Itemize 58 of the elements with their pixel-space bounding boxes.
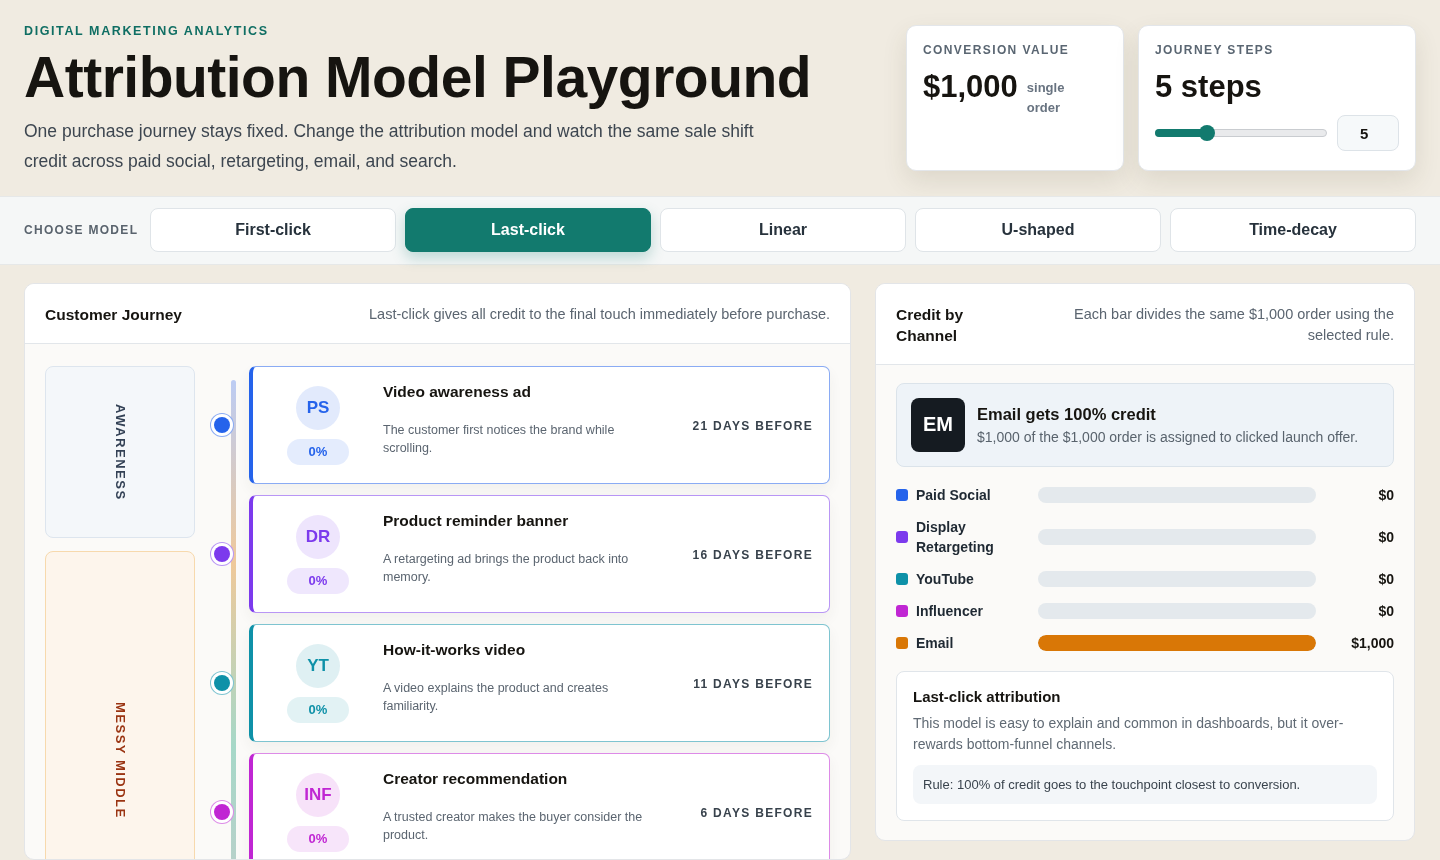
model-label: CHOOSE MODEL (24, 222, 140, 237)
model-tab[interactable]: Last-click (405, 207, 651, 252)
page-title: Attribution Model Playground (24, 48, 812, 108)
channel-initials: PS (296, 385, 340, 430)
credit-amount: $0 (1377, 528, 1394, 545)
panel-description: Last-click gives all credit to the final touch immediately before purchase. (369, 304, 830, 324)
model-tab[interactable]: First-click (150, 207, 396, 252)
stat-label: CONVERSION VALUE (923, 43, 1071, 57)
credit-amount: $0 (1377, 486, 1394, 503)
channel-name: Paid Social (916, 485, 992, 505)
credit-amount: $1,000 (1350, 634, 1394, 651)
stat-note: single order (1026, 79, 1066, 117)
channel-name: YouTube (916, 569, 975, 589)
touchpoint-title: How-it-works video (383, 640, 527, 659)
touchpoint-description: A video explains the product and creates familiarity. (383, 679, 610, 715)
credit-share: 0% (287, 567, 349, 594)
stat-value: 5 steps (1155, 69, 1263, 105)
model-tab[interactable]: U-shaped (915, 207, 1161, 252)
credit-share: 0% (287, 825, 349, 852)
channel-name: Email (916, 633, 955, 653)
panel-title: Credit by Channel (896, 304, 965, 346)
explanation-title: Last-click attribution (913, 687, 1062, 705)
channel-initials: EM (911, 397, 965, 452)
touchpoint-timing: 21 DAYS BEFORE (692, 418, 813, 433)
eyebrow-label: DIGITAL MARKETING ANALYTICS (24, 24, 270, 38)
panel-description: Each bar divides the same $1,000 order using the selected rule. (1073, 304, 1394, 345)
stage-label: AWARENESS (112, 403, 128, 501)
channel-initials: INF (296, 772, 340, 817)
touchpoint-timing: 6 DAYS BEFORE (700, 805, 813, 820)
panel-title: Customer Journey (45, 304, 182, 325)
stat-value: $1,000 (923, 69, 1018, 105)
credit-share: 0% (287, 438, 349, 465)
credit-amount: $0 (1377, 570, 1394, 587)
channel-initials: YT (296, 643, 340, 688)
highlight-title: Email gets 100% credit (977, 404, 1157, 424)
explanation-text: This model is easy to explain and common in dashboards, but it over-rewards bottom-funnel channels. (913, 713, 1345, 754)
page-subtitle: One purchase journey stays fixed. Change the attribution model and watch the same sale shift credit across paid social, retargeting, email, and search. (24, 119, 755, 173)
stat-label: JOURNEY STEPS (1155, 43, 1275, 57)
channel-name: Display Retargeting (916, 517, 995, 557)
touchpoint-description: A trusted creator makes the buyer consider the product. (383, 808, 644, 844)
model-tab[interactable]: Time-decay (1170, 207, 1416, 252)
credit-amount: $0 (1377, 602, 1394, 619)
channel-initials: DR (296, 514, 340, 559)
touchpoint-timing: 11 DAYS BEFORE (693, 676, 813, 691)
touchpoint-title: Video awareness ad (383, 382, 532, 401)
touchpoint-timing: 16 DAYS BEFORE (692, 547, 813, 562)
slider-thumb[interactable] (1199, 125, 1215, 141)
rule-note: Rule: 100% of credit goes to the touchpoint closest to conversion. (913, 764, 1377, 804)
credit-share: 0% (287, 696, 349, 723)
steps-input[interactable]: 5 (1337, 115, 1399, 151)
touchpoint-title: Product reminder banner (383, 511, 570, 530)
touchpoint-description: The customer first notices the brand while scrolling. (383, 421, 616, 457)
touchpoint-description: A retargeting ad brings the product back into memory. (383, 550, 630, 586)
model-tab[interactable]: Linear (660, 207, 906, 252)
channel-name: Influencer (916, 601, 984, 621)
highlight-description: $1,000 of the $1,000 order is assigned to clicked launch offer. (977, 428, 1359, 445)
touchpoint-title: Creator recommendation (383, 769, 569, 788)
stage-label: MESSY MIDDLE (112, 701, 128, 819)
